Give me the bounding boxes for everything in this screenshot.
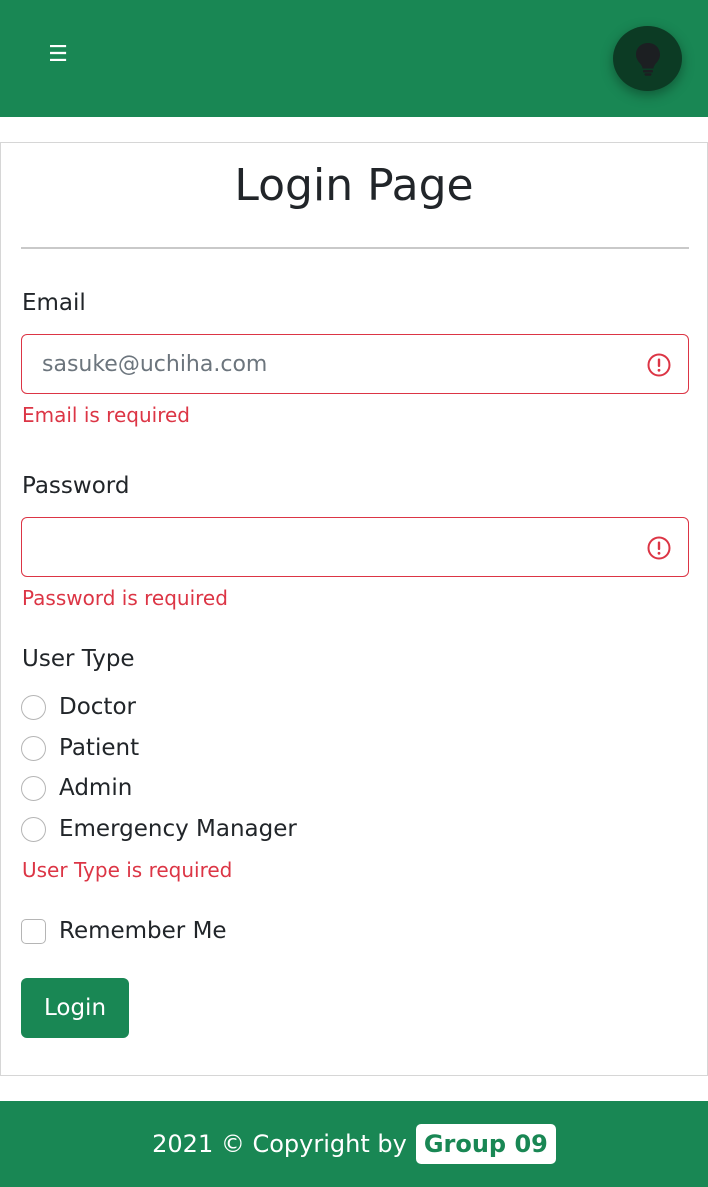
email-field-wrapper bbox=[21, 334, 689, 394]
radio-button[interactable] bbox=[21, 775, 46, 801]
password-label: Password bbox=[22, 473, 130, 499]
login-card: Login Page Email Email is required Passw… bbox=[0, 142, 708, 1076]
error-icon bbox=[647, 353, 671, 377]
top-navbar: ☰ bbox=[0, 0, 708, 117]
radio-option-patient[interactable]: Patient bbox=[21, 733, 139, 763]
email-input[interactable] bbox=[22, 335, 632, 393]
radio-option-emergency-manager[interactable]: Emergency Manager bbox=[21, 814, 297, 844]
error-icon bbox=[647, 536, 671, 560]
email-error-message: Email is required bbox=[22, 403, 190, 427]
radio-label: Patient bbox=[59, 735, 140, 761]
radio-option-admin[interactable]: Admin bbox=[21, 773, 132, 803]
radio-button[interactable] bbox=[21, 816, 46, 842]
remember-me-label: Remember Me bbox=[59, 918, 227, 944]
footer-group-badge: Group 09 bbox=[415, 1124, 556, 1164]
radio-button[interactable] bbox=[21, 735, 46, 761]
theme-toggle-button[interactable] bbox=[613, 26, 682, 91]
radio-button[interactable] bbox=[21, 694, 46, 720]
radio-label: Doctor bbox=[59, 694, 136, 720]
hamburger-menu-icon[interactable]: ☰ bbox=[40, 36, 76, 72]
user-type-error-message: User Type is required bbox=[22, 858, 233, 882]
user-type-label: User Type bbox=[22, 646, 135, 672]
password-error-message: Password is required bbox=[22, 586, 228, 610]
radio-label: Admin bbox=[59, 775, 133, 801]
password-input[interactable] bbox=[22, 518, 632, 576]
login-button[interactable]: Login bbox=[21, 978, 129, 1038]
footer-copyright-text: 2021 © Copyright by bbox=[152, 1130, 407, 1158]
radio-option-doctor[interactable]: Doctor bbox=[21, 692, 136, 722]
remember-me-checkbox[interactable] bbox=[21, 918, 46, 944]
page-title: Login Page bbox=[234, 160, 474, 211]
password-field-wrapper bbox=[21, 517, 689, 577]
email-label: Email bbox=[22, 290, 86, 316]
footer: 2021 © Copyright by Group 09 bbox=[0, 1101, 708, 1187]
remember-me-option[interactable]: Remember Me bbox=[21, 916, 227, 946]
lightbulb-icon bbox=[635, 42, 660, 76]
title-divider bbox=[21, 247, 689, 249]
radio-label: Emergency Manager bbox=[59, 816, 297, 842]
